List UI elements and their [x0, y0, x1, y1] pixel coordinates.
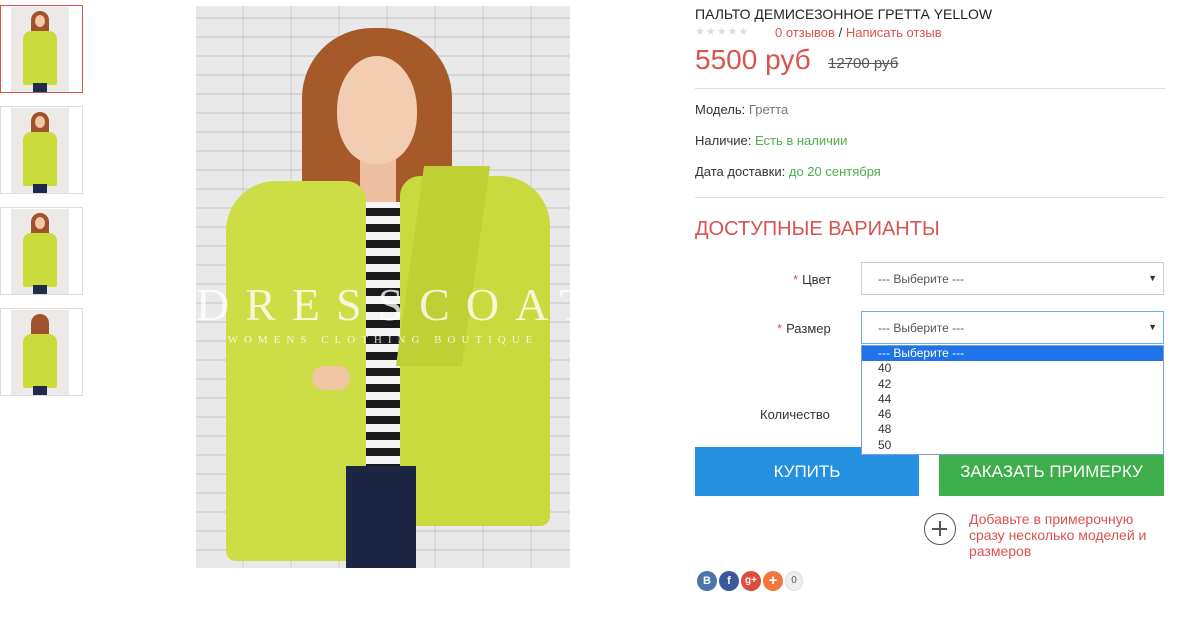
star-icon: ★	[738, 26, 749, 38]
reviews-line: 0 отзывов / Написать отзыв	[775, 25, 942, 40]
thumbnail-2[interactable]	[0, 106, 83, 194]
more-share-icon[interactable]: +	[763, 571, 783, 591]
quantity-label: Количество	[760, 407, 830, 422]
star-icon: ★	[716, 26, 727, 38]
thumbnail-3[interactable]	[0, 207, 83, 295]
thumbnail-image	[11, 108, 69, 193]
delivery-row: Дата доставки: до 20 сентября	[695, 164, 881, 179]
fitting-note: Добавьте в примерочную сразу несколько м…	[969, 511, 1147, 559]
thumbnail-4[interactable]	[0, 308, 83, 396]
divider	[695, 197, 1165, 198]
delivery-value: до 20 сентября	[788, 164, 881, 179]
star-icon: ★	[695, 26, 705, 38]
star-icon: ★	[727, 26, 738, 38]
rating-stars: ★ ★ ★ ★ ★	[695, 26, 748, 38]
facebook-share-icon[interactable]: f	[719, 571, 739, 591]
availability-row: Наличие: Есть в наличии	[695, 133, 847, 148]
chevron-down-icon: ▼	[1148, 273, 1157, 283]
product-title: ПАЛЬТО ДЕМИСЕЗОННОЕ ГРЕТТА YELLOW	[695, 6, 993, 22]
vk-share-icon[interactable]: В	[697, 571, 717, 591]
old-price: 12700 руб	[828, 55, 899, 72]
model-row: Модель: Гретта	[695, 102, 788, 117]
color-label: * Цвет	[793, 272, 832, 287]
watermark-title: DRESSCOAT	[196, 279, 570, 330]
size-option[interactable]: 46	[862, 407, 1163, 422]
thumbnail-1[interactable]	[0, 5, 83, 93]
availability-label: Наличие:	[695, 133, 752, 148]
size-option[interactable]: 50	[862, 438, 1163, 453]
chevron-down-icon: ▼	[1148, 322, 1157, 332]
size-label: * Размер	[777, 321, 831, 336]
reviews-link[interactable]: 0 отзывов	[775, 25, 835, 40]
required-mark: *	[793, 272, 799, 287]
reviews-separator: /	[838, 25, 843, 40]
variants-heading: ДОСТУПНЫЕ ВАРИАНТЫ	[695, 218, 940, 240]
add-to-fitting-icon[interactable]	[924, 513, 956, 545]
thumbnail-image	[11, 310, 69, 395]
share-buttons: В f g+ + 0	[697, 571, 803, 591]
size-dropdown-list: --- Выберите --- 40 42 44 46 48 50	[861, 345, 1164, 455]
color-select-value: --- Выберите ---	[878, 272, 965, 286]
required-mark: *	[777, 321, 783, 336]
size-option[interactable]: 48	[862, 422, 1163, 437]
share-count: 0	[785, 571, 803, 591]
model-value: Гретта	[748, 102, 789, 117]
size-option[interactable]: 44	[862, 392, 1163, 407]
thumbnail-image	[11, 209, 69, 294]
main-product-image[interactable]: DRESSCOAT WOMENS CLOTHING BOUTIQUE	[196, 6, 570, 568]
divider	[695, 88, 1165, 89]
price: 5500 руб	[695, 44, 811, 75]
delivery-label: Дата доставки:	[695, 164, 786, 179]
size-option[interactable]: 40	[862, 361, 1163, 376]
size-select[interactable]: --- Выберите --- ▼	[861, 311, 1164, 344]
write-review-link[interactable]: Написать отзыв	[846, 25, 942, 40]
star-icon: ★	[705, 26, 716, 38]
size-option[interactable]: 42	[862, 377, 1163, 392]
availability-value: Есть в наличии	[754, 133, 848, 148]
watermark-subtitle: WOMENS CLOTHING BOUTIQUE	[227, 334, 539, 346]
size-select-value: --- Выберите ---	[878, 321, 965, 335]
thumbnail-image	[11, 7, 69, 92]
google-plus-share-icon[interactable]: g+	[741, 571, 761, 591]
model-label: Модель:	[695, 102, 746, 117]
color-select[interactable]: --- Выберите --- ▼	[861, 262, 1164, 295]
size-option[interactable]: --- Выберите ---	[862, 346, 1163, 362]
